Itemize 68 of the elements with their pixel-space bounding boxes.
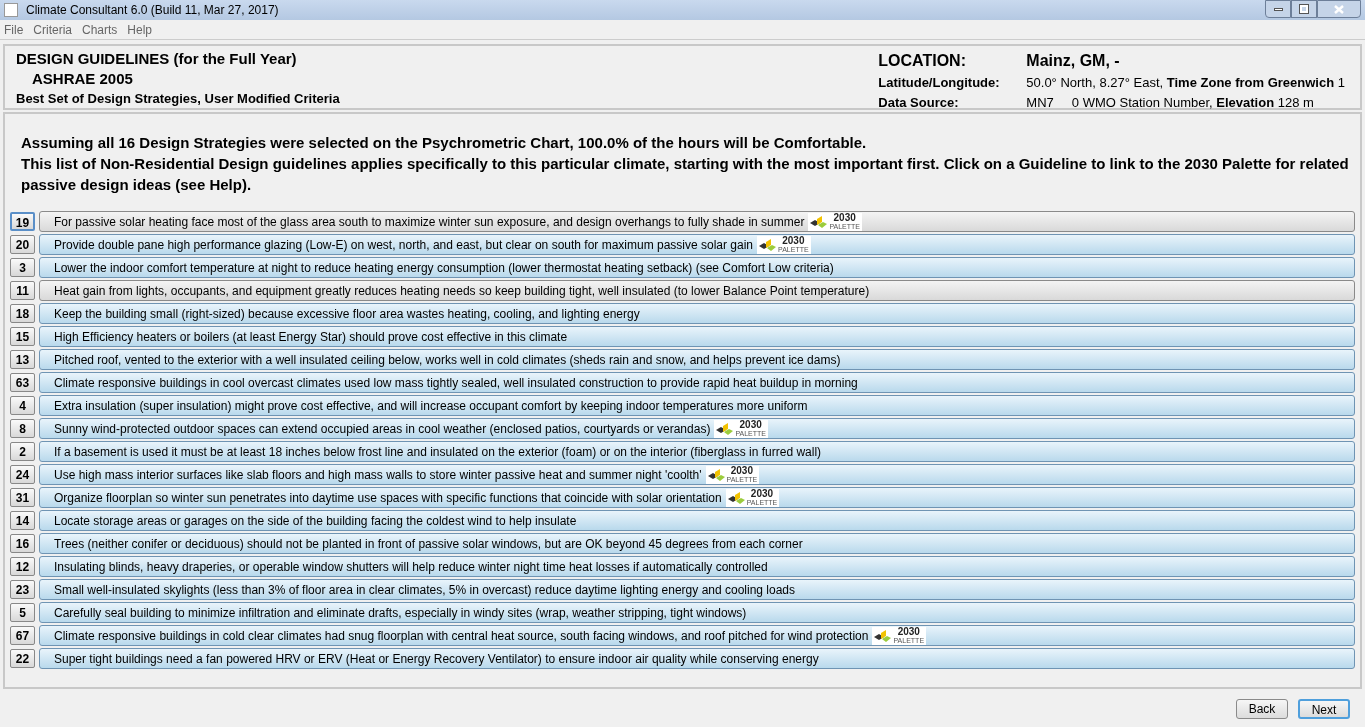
cubes-icon <box>707 467 726 482</box>
guideline-number[interactable]: 24 <box>10 465 35 484</box>
location-value: Mainz, GM, - <box>1026 51 1121 71</box>
guideline-button[interactable]: Locate storage areas or garages on the side of the building facing the coldest wind to help insulate <box>39 510 1355 531</box>
window-title: Climate Consultant 6.0 (Build 11, Mar 27, 2017) <box>26 2 279 19</box>
cubes-icon <box>727 490 746 505</box>
guideline-number[interactable]: 31 <box>10 488 35 507</box>
page-title: DESIGN GUIDELINES (for the Full Year) <box>16 49 298 69</box>
menu-item[interactable]: Criteria <box>33 20 72 39</box>
guideline-number[interactable]: 63 <box>10 373 35 392</box>
guideline-button[interactable]: Carefully seal building to minimize infiltration and eliminate drafts, especially in windy sites (wrap, weather stripping, tight windows) <box>39 602 1355 623</box>
guideline-number[interactable]: 14 <box>10 511 35 530</box>
latlon-label: Latitude/Longitude: <box>878 74 1001 92</box>
latlon-value: 50.0° North, 8.27° East, Time Zone from Greenwich 1 <box>1026 74 1345 92</box>
standard-label: ASHRAE 2005 <box>31 69 134 89</box>
guideline-number[interactable]: 8 <box>10 419 35 438</box>
guideline-number[interactable]: 19 <box>10 212 35 231</box>
palette-year: 2030 <box>896 627 921 637</box>
menu-item[interactable]: Help <box>127 20 153 39</box>
close-icon <box>1334 4 1344 14</box>
restore-button[interactable] <box>1291 0 1317 18</box>
nav-button[interactable]: Next <box>1298 699 1350 719</box>
guideline-number[interactable]: 5 <box>10 603 35 622</box>
guideline-number[interactable]: 16 <box>10 534 35 553</box>
cubes-icon <box>810 214 829 229</box>
intro-text: Assuming all 16 Design Strategies were selected on the Psychrometric Chart, 100.0% of the hours will be Comfortable. <box>21 133 868 153</box>
guideline-button[interactable]: If a basement is used it must be at least 18 inches below frost line and insulated on the exterior (foam) or on the interior (fiberglass in furred wall) <box>39 441 1355 462</box>
guideline-button[interactable]: High Efficiency heaters or boilers (at least Energy Star) should prove cost effective in this climate <box>39 326 1355 347</box>
cubes-icon <box>759 237 778 252</box>
guideline-button[interactable]: Lower the indoor comfort temperature at night to reduce heating energy consumption (lower thermostat heating setback) (see Comfort Low criteria) <box>39 257 1355 278</box>
guideline-button[interactable]: Keep the building small (right-sized) because excessive floor area wastes heating, cooling, and lighting energy <box>39 303 1355 324</box>
palette-year: 2030 <box>729 466 754 476</box>
guideline-number[interactable]: 11 <box>10 281 35 300</box>
palette-year: 2030 <box>832 213 857 223</box>
guideline-number[interactable]: 22 <box>10 649 35 668</box>
guideline-number[interactable]: 18 <box>10 304 35 323</box>
guideline-number[interactable]: 20 <box>10 235 35 254</box>
close-button[interactable] <box>1317 0 1361 18</box>
guideline-number[interactable]: 13 <box>10 350 35 369</box>
minimize-button[interactable] <box>1265 0 1291 18</box>
guideline-button[interactable]: Small well-insulated skylights (less than 3% of floor area in clear climates, 5% in overcast) reduce daytime lighting energy and cooling loads <box>39 579 1355 600</box>
location-label: LOCATION: <box>878 51 967 71</box>
source-value: MN7 0 WMO Station Number, Elevation 128 m <box>1026 93 1315 112</box>
guideline-button[interactable]: Heat gain from lights, occupants, and equipment greatly reduces heating needs so keep building tight, well insulated (to lower Balance Point temperature) <box>39 280 1355 301</box>
cubes-icon <box>874 628 893 643</box>
menu-item[interactable]: Charts <box>82 20 118 39</box>
intro-text: This list of Non-Residential Design guidelines applies specifically to this particular climate, starting with the most important first. Click on a Guideline to link to the 2030 Palette for related passive design ideas (see Help). <box>21 154 1350 195</box>
guideline-number[interactable]: 4 <box>10 396 35 415</box>
guideline-button[interactable]: Pitched roof, vented to the exterior with a well insulated ceiling below, works well in cold climates (sheds rain and snow, and helps prevent ice dams) <box>39 349 1355 370</box>
guideline-number[interactable]: 3 <box>10 258 35 277</box>
guideline-button[interactable]: Climate responsive buildings in cool overcast climates used low mass tightly sealed, well insulated construction to provide rapid heat buildup in morning <box>39 372 1355 393</box>
palette-year: 2030 <box>781 236 806 246</box>
source-label: Data Source: <box>878 93 960 112</box>
guideline-button[interactable]: Trees (neither conifer or deciduous) should not be planted in front of passive solar windows, but are OK beyond 45 degrees from each corner <box>39 533 1355 554</box>
guideline-number[interactable]: 2 <box>10 442 35 461</box>
guideline-button[interactable]: Insulating blinds, heavy draperies, or operable window shutters will help reduce winter night time heat losses if automatically controlled <box>39 556 1355 577</box>
guideline-button[interactable]: Extra insulation (super insulation) might prove cost effective, and will increase occupant comfort by keeping indoor temperatures more uniform <box>39 395 1355 416</box>
strategy-subtitle: Best Set of Design Strategies, User Modified Criteria <box>16 90 340 108</box>
guideline-number[interactable]: 15 <box>10 327 35 346</box>
menu-item[interactable]: File <box>4 20 24 39</box>
palette-year: 2030 <box>738 420 763 430</box>
palette-year: 2030 <box>749 489 775 499</box>
guideline-number[interactable]: 67 <box>10 626 35 645</box>
nav-button[interactable]: Back <box>1236 699 1288 719</box>
guideline-number[interactable]: 23 <box>10 580 35 599</box>
guideline-button[interactable]: Super tight buildings need a fan powered HRV or ERV (Heat or Energy Recovery Ventilator) to ensure indoor air quality while conserving energy <box>39 648 1355 669</box>
cubes-icon <box>716 421 735 436</box>
guideline-number[interactable]: 12 <box>10 557 35 576</box>
